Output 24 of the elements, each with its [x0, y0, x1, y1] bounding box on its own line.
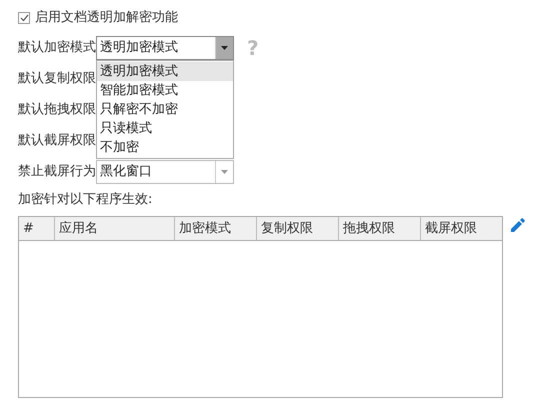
- dropdown-option[interactable]: 智能加密模式: [97, 80, 233, 100]
- column-header[interactable]: 拖拽权限: [339, 217, 421, 240]
- column-header[interactable]: 复制权限: [257, 217, 339, 240]
- column-header[interactable]: 应用名: [55, 217, 175, 240]
- column-header[interactable]: 截屏权限: [421, 217, 502, 240]
- dropdown-select[interactable]: 黑化窗口: [96, 160, 234, 184]
- field-label: 默认复制权限: [18, 70, 93, 88]
- dropdown-select[interactable]: 透明加密模式: [96, 36, 234, 60]
- dropdown-option[interactable]: 透明加密模式: [97, 62, 233, 80]
- section-caption: 加密针对以下程序生效:: [18, 191, 154, 208]
- select-value: 黑化窗口: [99, 162, 153, 180]
- select-value: 透明加密模式: [99, 38, 179, 56]
- dropdown-option[interactable]: 只读模式: [97, 118, 233, 138]
- field-label: 禁止截屏行为: [18, 162, 93, 181]
- checkbox-label: 启用文档透明加解密功能: [35, 9, 178, 28]
- field-label: 默认截屏权限: [18, 132, 93, 150]
- edit-icon[interactable]: [511, 218, 525, 232]
- checkbox[interactable]: [18, 12, 30, 24]
- column-header[interactable]: 加密模式: [175, 217, 257, 240]
- dropdown-option[interactable]: 不加密: [97, 138, 233, 156]
- field-label: 默认加密模式: [18, 38, 93, 57]
- field-label: 默认拖拽权限: [18, 100, 93, 119]
- column-header[interactable]: #: [19, 217, 55, 240]
- dropdown-option[interactable]: 只解密不加密: [97, 100, 233, 118]
